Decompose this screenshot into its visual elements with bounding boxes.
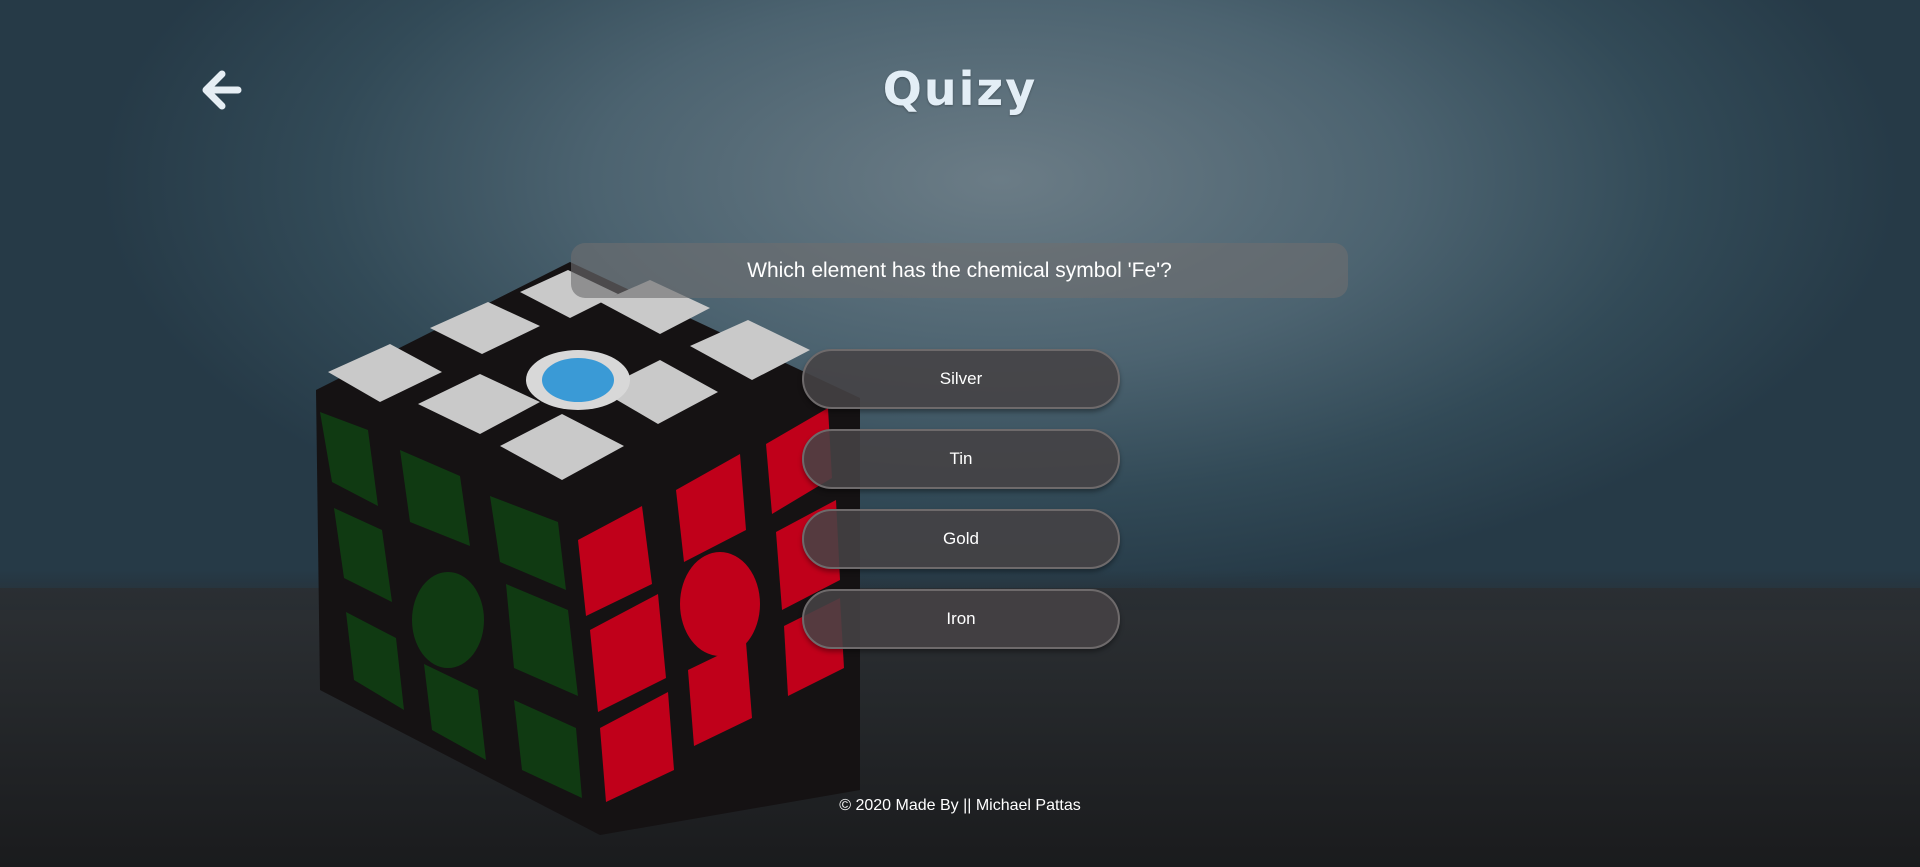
question-text: Which element has the chemical symbol 'F… [747, 258, 1172, 282]
answer-button-tin[interactable]: Tin [802, 429, 1120, 489]
answer-label: Iron [946, 609, 976, 628]
answer-label: Tin [949, 449, 973, 468]
answer-button-silver[interactable]: Silver [802, 349, 1120, 409]
footer-text: © 2020 Made By || Michael Pattas [839, 797, 1081, 814]
answer-label: Silver [939, 369, 983, 388]
answer-label: Gold [943, 529, 979, 548]
question-card: Which element has the chemical symbol 'F… [571, 243, 1348, 298]
page-title: Quizy [882, 62, 1038, 116]
answer-list: Silver Tin Gold Iron [802, 349, 1120, 669]
rubiks-cube-image [300, 250, 860, 850]
answer-button-gold[interactable]: Gold [802, 509, 1120, 569]
answer-button-iron[interactable]: Iron [802, 589, 1120, 649]
